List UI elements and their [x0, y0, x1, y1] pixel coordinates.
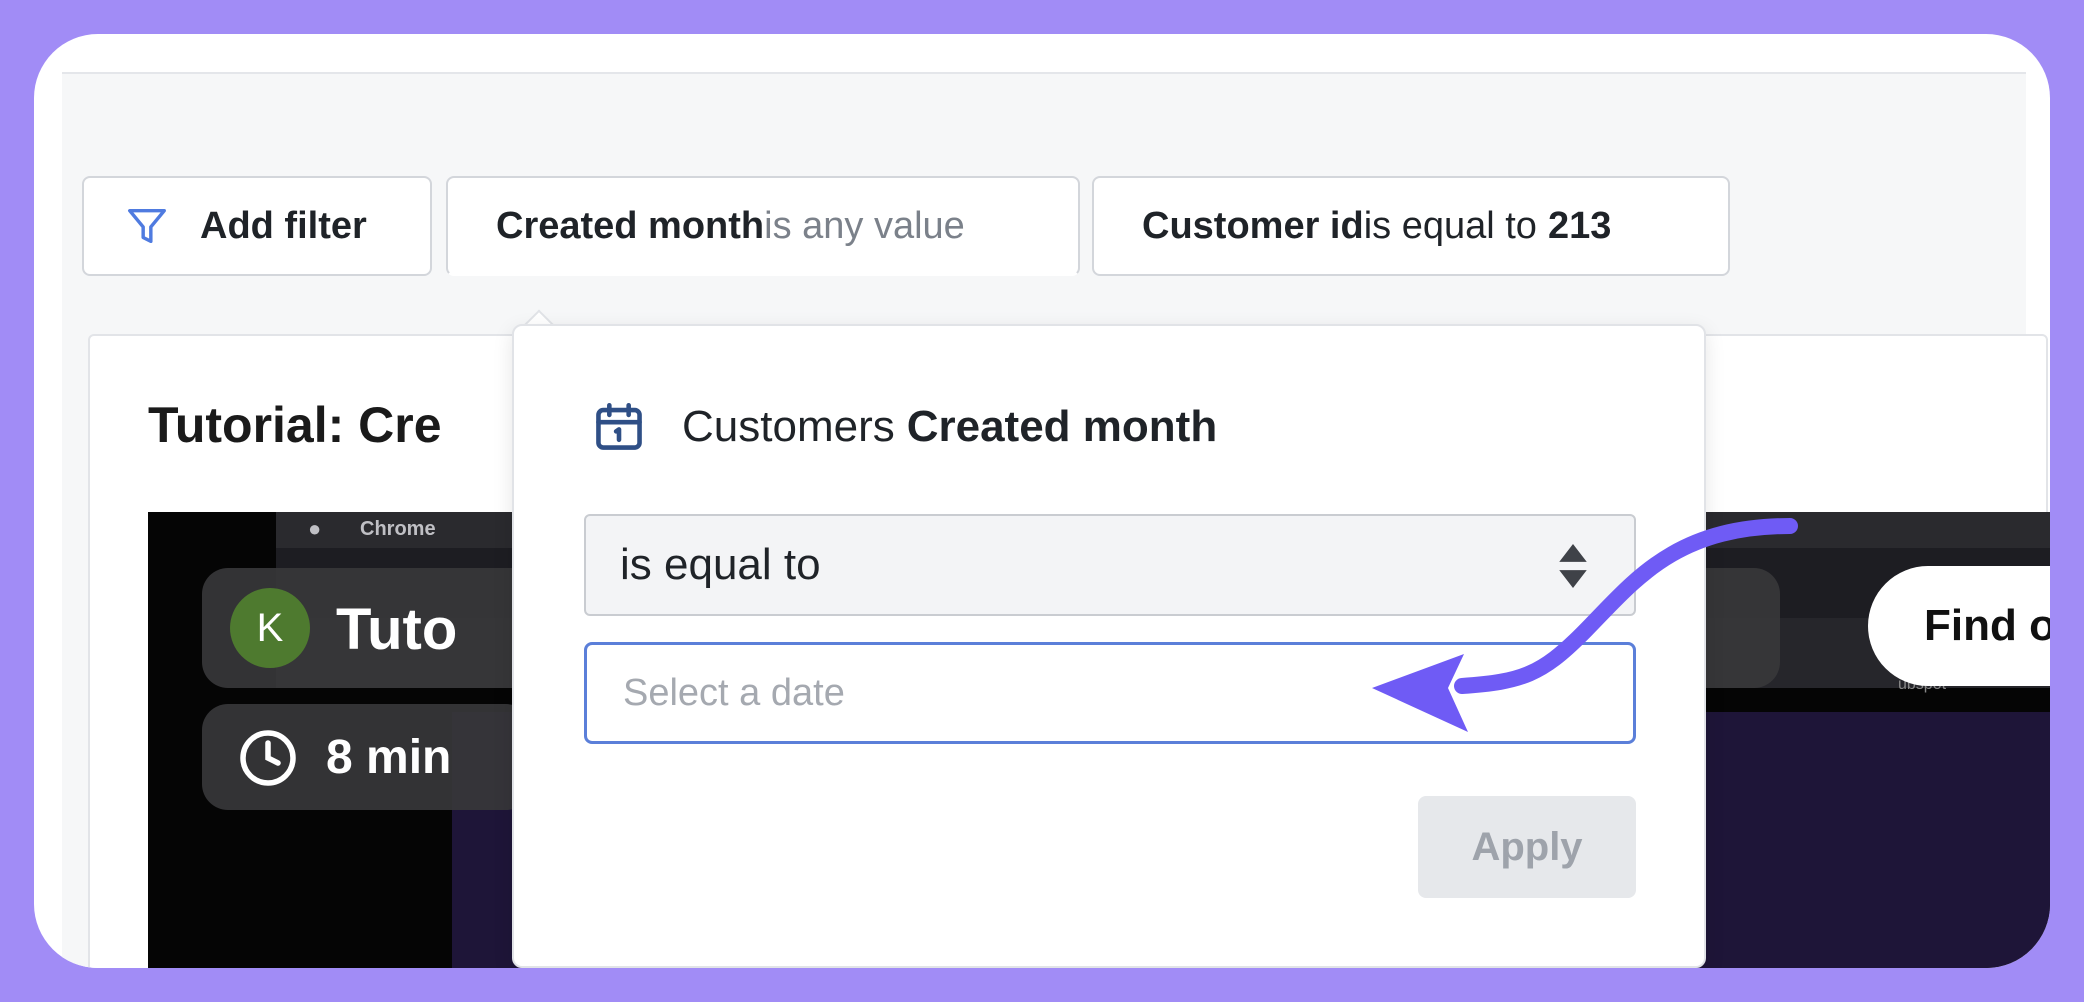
filter-condition-label: is any value — [764, 204, 965, 247]
filter-icon — [128, 208, 166, 244]
popover-field: Created month — [906, 402, 1218, 451]
calendar-icon — [596, 402, 642, 450]
video-duration: 8 min — [326, 731, 452, 784]
filter-field-label: Created month — [496, 204, 765, 247]
add-filter-button[interactable]: Add filter — [82, 176, 432, 276]
find-out-button[interactable]: Find out — [1868, 566, 2050, 686]
filter-value-label: 213 — [1547, 204, 1612, 247]
popover-header: Customers Created month — [590, 398, 1217, 456]
apply-button[interactable]: Apply — [1418, 796, 1636, 898]
popover-title: Customers Created month — [682, 402, 1217, 452]
operator-value: is equal to — [620, 540, 821, 589]
customer-id-filter-chip[interactable]: Customer id is equal to 213 — [1092, 176, 1730, 276]
app-window: Add filter Created month is any value Cu… — [62, 72, 2050, 968]
clock-icon — [240, 730, 296, 786]
created-month-filter-chip[interactable]: Created month is any value — [446, 176, 1080, 276]
browser-app-label: Chrome — [360, 518, 436, 540]
apple-icon: ● — [308, 516, 322, 541]
filter-field-label: Customer id — [1142, 204, 1364, 247]
add-filter-label: Add filter — [200, 204, 367, 247]
avatar: K — [230, 588, 310, 668]
popover-entity: Customers — [682, 402, 895, 451]
tutorial-title: Tutorial: Cre — [148, 397, 442, 453]
annotation-arrow — [1372, 518, 1798, 732]
video-title-start: Tuto — [336, 597, 458, 662]
screenshot-card: Add filter Created month is any value Cu… — [34, 34, 2050, 968]
filter-condition-label: is equal to — [1363, 204, 1537, 247]
